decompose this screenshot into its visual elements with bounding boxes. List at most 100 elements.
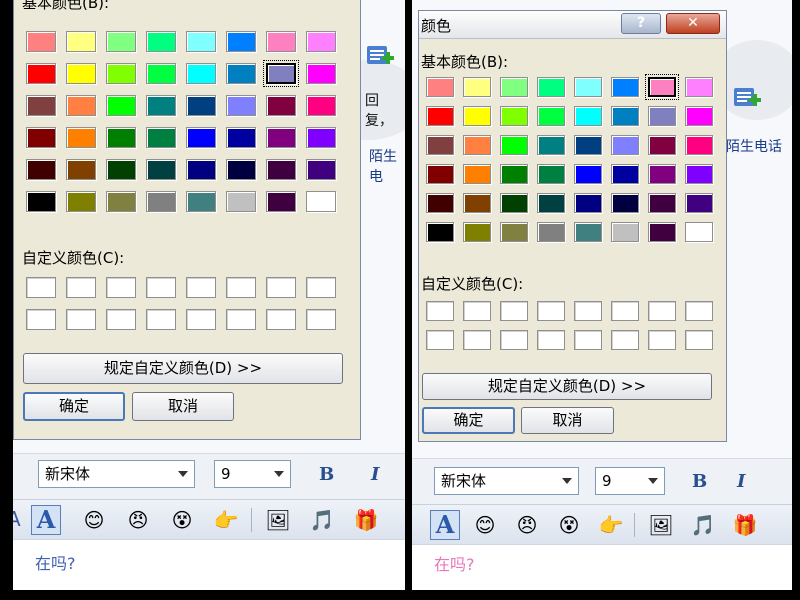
color-swatch[interactable] — [645, 74, 679, 100]
gift-icon[interactable]: 🎁 — [730, 510, 760, 540]
color-swatch[interactable] — [66, 95, 96, 116]
color-swatch[interactable] — [685, 164, 713, 184]
color-swatch[interactable] — [226, 95, 256, 116]
color-swatch[interactable] — [537, 193, 565, 213]
color-swatch[interactable] — [306, 31, 336, 52]
color-swatch[interactable] — [26, 63, 56, 84]
custom-color-slot[interactable] — [500, 330, 528, 350]
gift-icon[interactable]: 🎁 — [351, 505, 381, 535]
bold-icon[interactable]: B — [692, 471, 707, 492]
color-swatch[interactable] — [648, 164, 676, 184]
color-swatch[interactable] — [648, 106, 676, 126]
color-swatch[interactable] — [66, 127, 96, 148]
custom-color-slot[interactable] — [106, 277, 136, 298]
custom-color-slot[interactable] — [648, 301, 676, 321]
color-swatch[interactable] — [146, 159, 176, 180]
custom-color-slot[interactable] — [26, 277, 56, 298]
color-swatch[interactable] — [611, 193, 639, 213]
custom-color-slot[interactable] — [574, 301, 602, 321]
custom-color-slot[interactable] — [226, 309, 256, 330]
color-swatch[interactable] — [106, 31, 136, 52]
ok-button[interactable]: 确定 — [422, 407, 515, 434]
color-swatch[interactable] — [537, 164, 565, 184]
color-swatch[interactable] — [66, 159, 96, 180]
color-swatch[interactable] — [26, 95, 56, 116]
custom-color-slot[interactable] — [500, 301, 528, 321]
color-swatch[interactable] — [574, 193, 602, 213]
color-swatch[interactable] — [146, 191, 176, 212]
hand-point-icon[interactable]: 👉 — [211, 505, 241, 535]
color-swatch[interactable] — [537, 77, 565, 97]
color-swatch[interactable] — [500, 222, 528, 242]
color-swatch[interactable] — [574, 222, 602, 242]
cancel-button[interactable]: 取消 — [132, 392, 234, 421]
color-swatch[interactable] — [186, 191, 216, 212]
font-family-select[interactable]: 新宋体 — [38, 460, 195, 488]
custom-color-slot[interactable] — [537, 330, 565, 350]
color-swatch[interactable] — [463, 193, 491, 213]
custom-color-slot[interactable] — [186, 309, 216, 330]
color-swatch[interactable] — [611, 106, 639, 126]
chat-link-fragment[interactable]: 陌生电话 — [726, 136, 782, 156]
color-swatch[interactable] — [266, 127, 296, 148]
color-swatch[interactable] — [146, 63, 176, 84]
message-input[interactable]: 在吗? — [13, 539, 405, 590]
angry-face-icon[interactable]: 😠 — [123, 505, 153, 535]
music-note-icon[interactable]: 🎵 — [688, 510, 718, 540]
color-swatch[interactable] — [146, 127, 176, 148]
color-swatch[interactable] — [266, 31, 296, 52]
color-swatch[interactable] — [500, 164, 528, 184]
color-swatch[interactable] — [226, 191, 256, 212]
color-swatch[interactable] — [685, 77, 713, 97]
font-size-select[interactable]: 9 — [595, 467, 665, 495]
custom-color-slot[interactable] — [611, 301, 639, 321]
color-swatch[interactable] — [500, 106, 528, 126]
color-swatch[interactable] — [186, 63, 216, 84]
color-swatch[interactable] — [306, 127, 336, 148]
color-swatch[interactable] — [426, 106, 454, 126]
color-swatch[interactable] — [685, 222, 713, 242]
color-swatch[interactable] — [537, 135, 565, 155]
color-swatch[interactable] — [611, 135, 639, 155]
color-swatch[interactable] — [26, 159, 56, 180]
custom-color-slot[interactable] — [26, 309, 56, 330]
custom-color-slot[interactable] — [106, 309, 136, 330]
color-swatch[interactable] — [537, 222, 565, 242]
color-swatch[interactable] — [685, 135, 713, 155]
font-icon[interactable]: A — [31, 505, 61, 535]
color-swatch[interactable] — [648, 193, 676, 213]
color-swatch[interactable] — [426, 193, 454, 213]
define-custom-colors-button[interactable]: 规定自定义颜色(D) >> — [23, 353, 343, 384]
color-swatch[interactable] — [685, 106, 713, 126]
color-swatch[interactable] — [426, 222, 454, 242]
color-swatch[interactable] — [648, 222, 676, 242]
color-swatch[interactable] — [463, 135, 491, 155]
color-swatch[interactable] — [66, 63, 96, 84]
color-swatch[interactable] — [186, 159, 216, 180]
color-swatch[interactable] — [263, 60, 299, 87]
sticker-icon[interactable]: 😵 — [554, 510, 584, 540]
italic-icon[interactable]: I — [371, 464, 379, 485]
custom-color-slot[interactable] — [306, 277, 336, 298]
color-swatch[interactable] — [648, 135, 676, 155]
hand-point-icon[interactable]: 👉 — [596, 510, 626, 540]
custom-color-slot[interactable] — [611, 330, 639, 350]
custom-color-slot[interactable] — [306, 309, 336, 330]
smile-icon[interactable]: 😊 — [470, 510, 500, 540]
custom-color-slot[interactable] — [146, 309, 176, 330]
color-swatch[interactable] — [426, 77, 454, 97]
color-swatch[interactable] — [574, 77, 602, 97]
color-swatch[interactable] — [574, 164, 602, 184]
color-swatch[interactable] — [106, 159, 136, 180]
color-swatch[interactable] — [266, 191, 296, 212]
add-contact-icon[interactable] — [732, 84, 762, 114]
angry-face-icon[interactable]: 😠 — [512, 510, 542, 540]
custom-color-slot[interactable] — [685, 330, 713, 350]
color-swatch[interactable] — [226, 159, 256, 180]
custom-color-slot[interactable] — [66, 309, 96, 330]
custom-color-slot[interactable] — [266, 309, 296, 330]
color-swatch[interactable] — [66, 31, 96, 52]
color-swatch[interactable] — [611, 77, 639, 97]
color-swatch[interactable] — [266, 95, 296, 116]
color-swatch[interactable] — [306, 63, 336, 84]
